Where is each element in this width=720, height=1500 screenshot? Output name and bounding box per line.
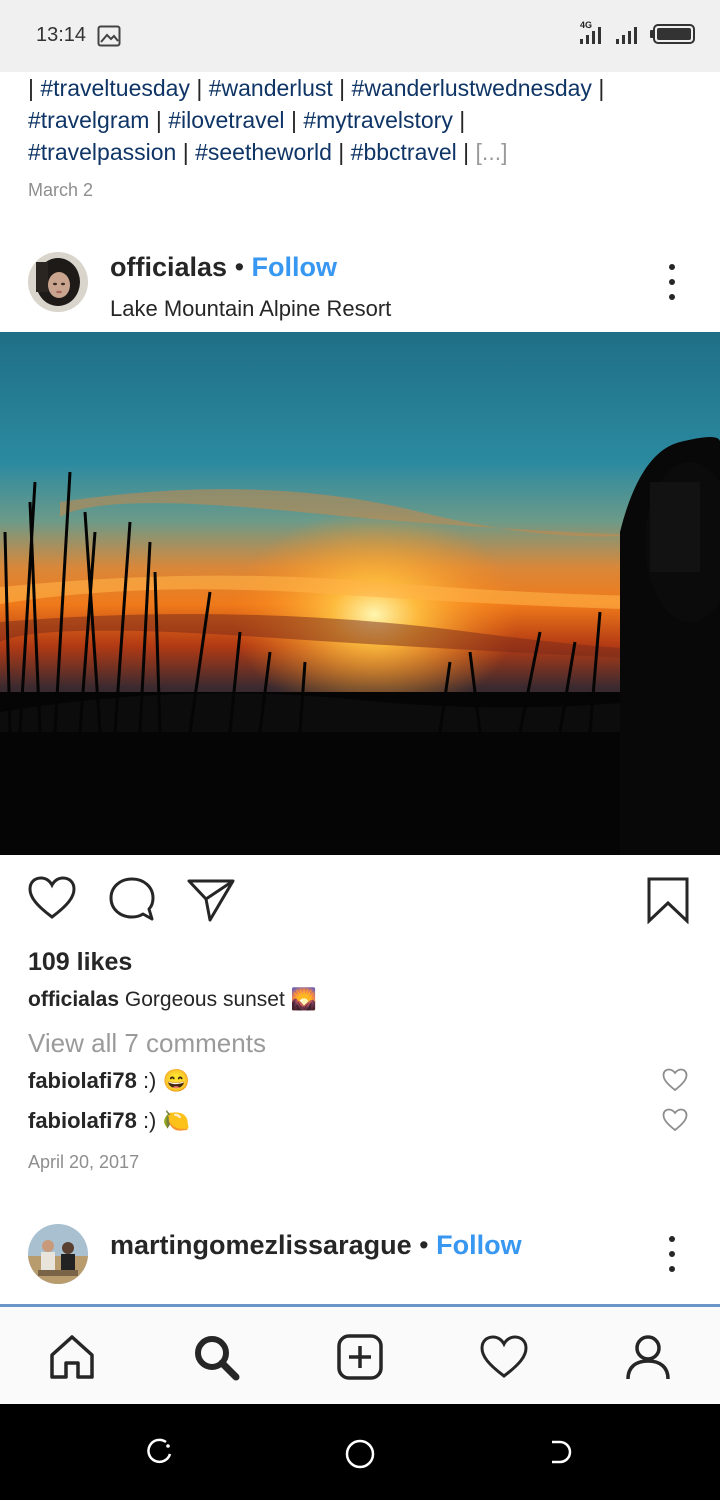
hashtag-line-2: #travelgram | #ilovetravel | #mytravelst…: [28, 107, 466, 133]
comment-text: :) 😄: [142, 1068, 190, 1093]
hashtag-link[interactable]: #travelpassion: [28, 139, 176, 165]
network-type-label: 4G: [580, 20, 593, 30]
post-date: April 20, 2017: [28, 1152, 140, 1172]
comment-row: fabiolafi78 :) 🍋: [28, 1108, 190, 1134]
system-nav-bar: [0, 1404, 720, 1500]
hashtag-line-3: #travelpassion | #seetheworld | #bbctrav…: [28, 139, 508, 165]
hashtag-link[interactable]: #traveltuesday: [40, 75, 190, 101]
post-username[interactable]: officialas: [110, 252, 227, 282]
separator-dot: •: [419, 1230, 429, 1260]
view-all-comments-link[interactable]: View all 7 comments: [28, 1028, 266, 1059]
post-author-line: officialas • Follow: [110, 252, 337, 283]
status-icons: 4G: [576, 20, 696, 46]
post-image[interactable]: [0, 332, 720, 855]
hashtag-link[interactable]: #mytravelstory: [303, 107, 453, 133]
avatar[interactable]: [28, 1224, 88, 1284]
more-options-icon[interactable]: [660, 1236, 684, 1272]
comment-username[interactable]: fabiolafi78: [28, 1108, 137, 1133]
gallery-notification-icon: [97, 25, 121, 47]
post-actions: [0, 872, 720, 932]
previous-post-date: March 2: [28, 180, 94, 200]
post-location[interactable]: Lake Mountain Alpine Resort: [110, 296, 391, 322]
follow-button[interactable]: Follow: [252, 252, 337, 282]
previous-post-caption: | #traveltuesday | #wanderlust | #wander…: [28, 72, 688, 168]
hashtag-link[interactable]: #wanderlustwednesday: [352, 75, 592, 101]
home-icon: [50, 1335, 94, 1379]
profile-icon: [626, 1335, 670, 1380]
status-bar: 13:14 4G: [0, 0, 720, 72]
recent-apps-icon[interactable]: [146, 1438, 174, 1466]
hashtag-link[interactable]: #ilovetravel: [168, 107, 284, 133]
bookmark-icon[interactable]: [646, 876, 690, 924]
follow-button[interactable]: Follow: [436, 1230, 521, 1260]
caption-username[interactable]: officialas: [28, 988, 119, 1011]
heart-icon: [480, 1335, 528, 1378]
home-button-icon[interactable]: [344, 1438, 376, 1470]
separator-dot: •: [234, 252, 245, 282]
nav-search[interactable]: [190, 1331, 242, 1383]
nav-home[interactable]: [46, 1331, 98, 1383]
hashtag-line-1: | #traveltuesday | #wanderlust | #wander…: [28, 75, 605, 101]
hashtag-link[interactable]: #wanderlust: [209, 75, 333, 101]
nav-activity[interactable]: [478, 1331, 530, 1383]
comment-icon[interactable]: [108, 876, 156, 922]
back-icon[interactable]: [546, 1438, 574, 1466]
signal-icon: [616, 27, 637, 44]
comment-row: fabiolafi78 :) 😄: [28, 1068, 190, 1094]
caption-text: Gorgeous sunset 🌄: [124, 988, 317, 1011]
nav-profile[interactable]: [622, 1331, 674, 1383]
next-post-author-line: martingomezlissarague • Follow: [110, 1230, 522, 1261]
hashtag-link[interactable]: #travelgram: [28, 107, 149, 133]
search-icon: [195, 1336, 240, 1381]
bottom-nav: [0, 1304, 720, 1407]
share-direct-icon[interactable]: [186, 876, 236, 922]
nav-create[interactable]: [334, 1331, 386, 1383]
post-caption: officialas Gorgeous sunset 🌄: [28, 988, 317, 1012]
next-post-username[interactable]: martingomezlissarague: [110, 1230, 412, 1260]
more-options-icon[interactable]: [660, 264, 684, 300]
like-heart-icon[interactable]: [28, 876, 76, 920]
status-time: 13:14: [36, 24, 87, 46]
add-post-icon: [337, 1334, 383, 1380]
next-post-header: martingomezlissarague • Follow: [0, 1222, 720, 1302]
hashtag-link[interactable]: #seetheworld: [195, 139, 332, 165]
avatar[interactable]: [28, 252, 88, 312]
post-header: officialas • Follow Lake Mountain Alpine…: [0, 244, 720, 332]
battery-icon: [650, 24, 695, 44]
hashtag-link[interactable]: #bbctravel: [351, 139, 457, 165]
comment-like-heart-icon[interactable]: [662, 1068, 688, 1092]
comment-like-heart-icon[interactable]: [662, 1108, 688, 1132]
comment-username[interactable]: fabiolafi78: [28, 1068, 137, 1093]
signal-4g-icon: 4G: [576, 20, 606, 46]
more-link[interactable]: [...]: [476, 139, 508, 165]
likes-count[interactable]: 109 likes: [28, 948, 132, 977]
comment-text: :) 🍋: [142, 1108, 190, 1133]
